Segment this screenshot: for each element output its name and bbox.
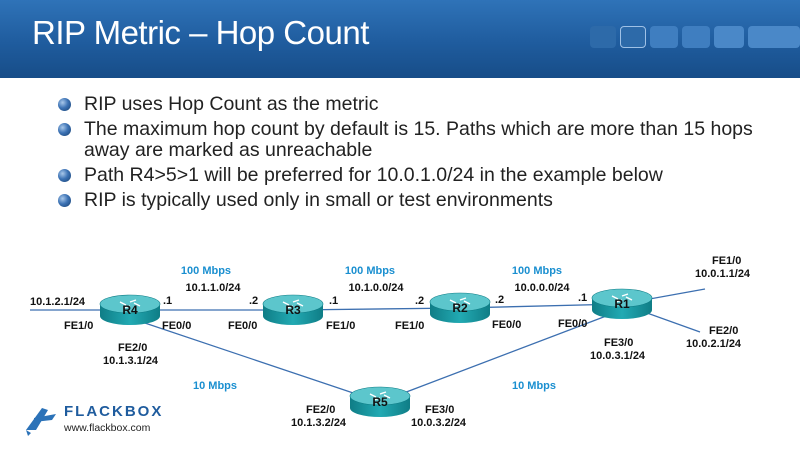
link-speed: 10 Mbps <box>193 380 237 392</box>
ip-label: 10.0.2.1/24 <box>686 338 742 350</box>
network-label: 10.1.0.0/24 <box>348 282 404 294</box>
link-speed: 100 Mbps <box>345 265 395 277</box>
interface-dot-label: .2 <box>249 295 258 307</box>
interface-label: FE0/0 <box>492 319 521 331</box>
interface-label: FE3/0 <box>604 337 633 349</box>
interface-dot-label: .1 <box>329 295 338 307</box>
ip-label: 10.1.3.1/24 <box>103 355 159 367</box>
interface-dot-label: .1 <box>163 295 172 307</box>
router-label: R4 <box>122 303 138 317</box>
interface-label: FE1/0 <box>712 255 741 267</box>
network-label: 10.1.2.1/24 <box>30 296 86 308</box>
interface-label: FE3/0 <box>425 404 454 416</box>
ip-label: 10.1.3.2/24 <box>291 417 347 429</box>
link-speed: 10 Mbps <box>512 380 556 392</box>
ip-label: 10.0.3.2/24 <box>411 417 467 429</box>
network-label: 10.1.1.0/24 <box>185 282 241 294</box>
link-speed: 100 Mbps <box>512 265 562 277</box>
router-r5[interactable]: R5 <box>349 386 411 417</box>
router-label: R2 <box>452 301 468 315</box>
router-r4[interactable]: R4 <box>99 294 161 325</box>
interface-dot-label: .1 <box>578 292 587 304</box>
router-r1[interactable]: R1 <box>591 288 653 319</box>
router-label: R5 <box>372 395 388 409</box>
router-r3[interactable]: R3 <box>262 294 324 325</box>
router-r2[interactable]: R2 <box>429 292 491 323</box>
ip-label: 10.0.3.1/24 <box>590 350 646 362</box>
interface-label: FE0/0 <box>162 320 191 332</box>
interface-label: FE1/0 <box>395 320 424 332</box>
interface-dot-label: .2 <box>415 295 424 307</box>
interface-label: FE1/0 <box>326 320 355 332</box>
logo-brand: FLACKBOX <box>64 403 163 420</box>
interface-label: FE2/0 <box>709 325 738 337</box>
plane-icon <box>26 408 56 436</box>
ip-label: 10.0.1.1/24 <box>695 268 751 280</box>
router-label: R1 <box>614 297 630 311</box>
interface-label: FE2/0 <box>118 342 147 354</box>
link-speed: 100 Mbps <box>181 265 231 277</box>
logo-url: www.flackbox.com <box>63 422 151 434</box>
interface-label: FE0/0 <box>558 318 587 330</box>
interface-dot-label: .2 <box>495 294 504 306</box>
router-label: R3 <box>285 303 301 317</box>
interface-label: FE0/0 <box>228 320 257 332</box>
interface-label: FE2/0 <box>306 404 335 416</box>
network-diagram: R4 R3 R2 R1 R5 100 Mbps 100 Mbps 100 Mbp… <box>30 255 751 429</box>
flackbox-logo: FLACKBOX www.flackbox.com <box>22 400 182 440</box>
network-label: 10.0.0.0/24 <box>514 282 570 294</box>
interface-label: FE1/0 <box>64 320 93 332</box>
